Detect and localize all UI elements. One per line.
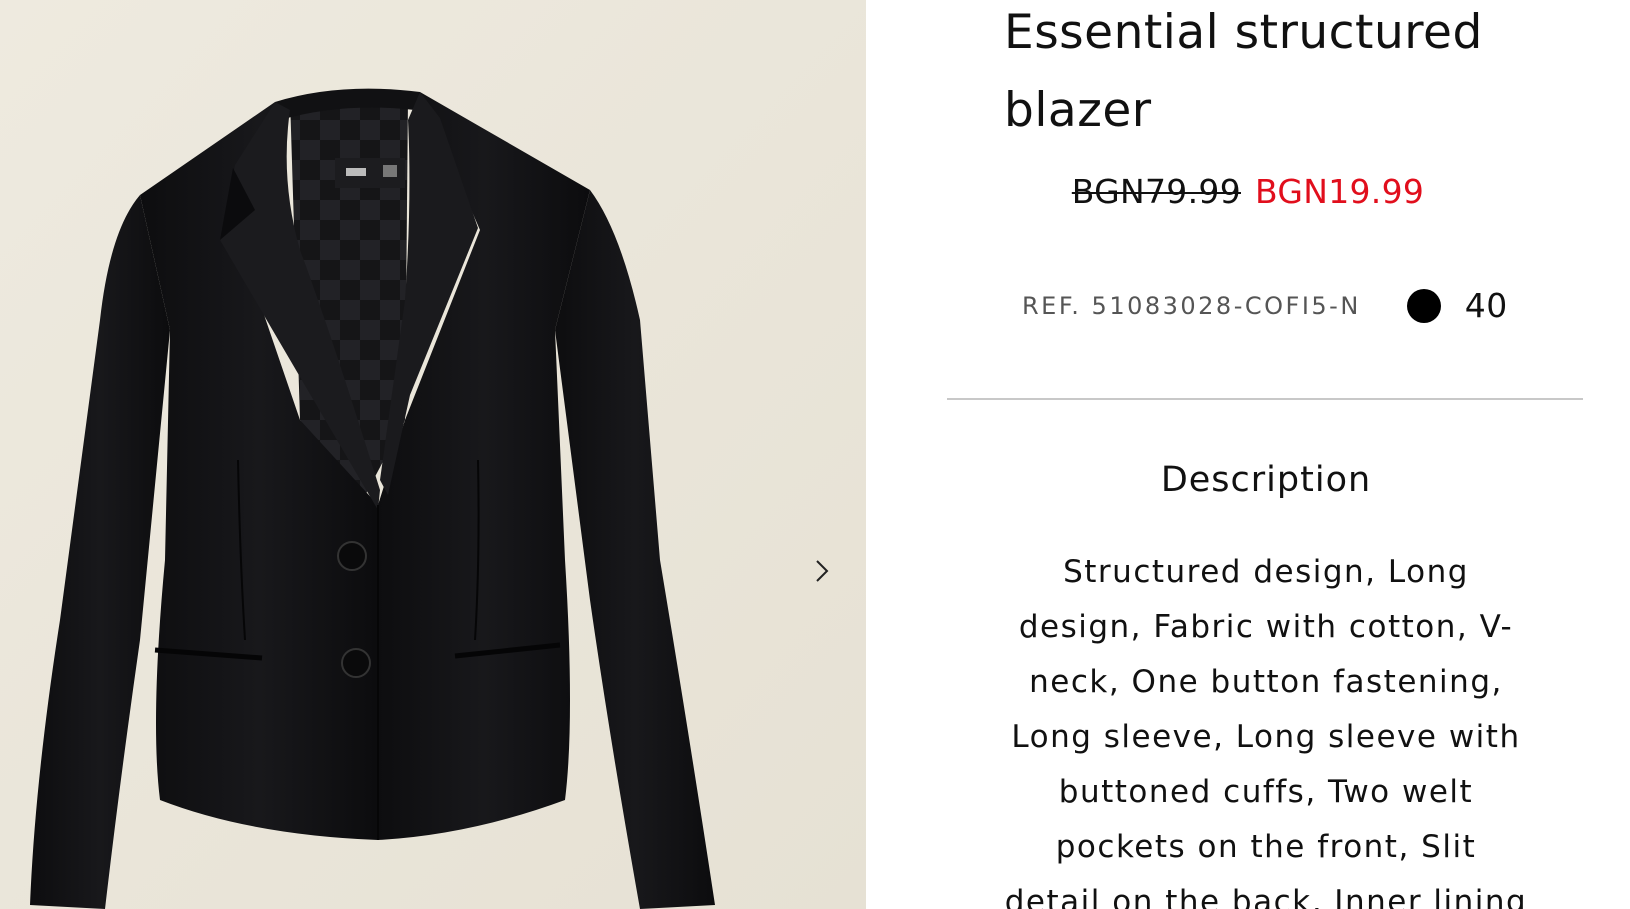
description-heading: Description [1160, 460, 1372, 500]
product-info: Essential structured blazer BGN79.99 BGN… [866, 0, 1630, 909]
size-label: 40 [1464, 286, 1508, 325]
description-text: Structured design, Long design, Fabric w… [1004, 554, 1528, 909]
product-title: Essential structured blazer [1004, 5, 1483, 138]
next-image-button[interactable] [812, 556, 842, 592]
sale-price: BGN19.99 [1255, 172, 1425, 211]
price-row: BGN79.99 BGN19.99 [866, 172, 1630, 211]
original-price: BGN79.99 [1071, 172, 1241, 211]
chevron-right-icon [816, 560, 829, 582]
color-swatch-black[interactable] [1406, 288, 1441, 323]
divider [947, 398, 1583, 400]
product-reference: REF. 51083028-COFI5-N [1022, 291, 1361, 320]
reference-row: REF. 51083028-COFI5-N 40 [1022, 286, 1508, 325]
product-page: Essential structured blazer BGN79.99 BGN… [0, 0, 1630, 909]
product-image [0, 0, 866, 909]
product-gallery [0, 0, 866, 909]
